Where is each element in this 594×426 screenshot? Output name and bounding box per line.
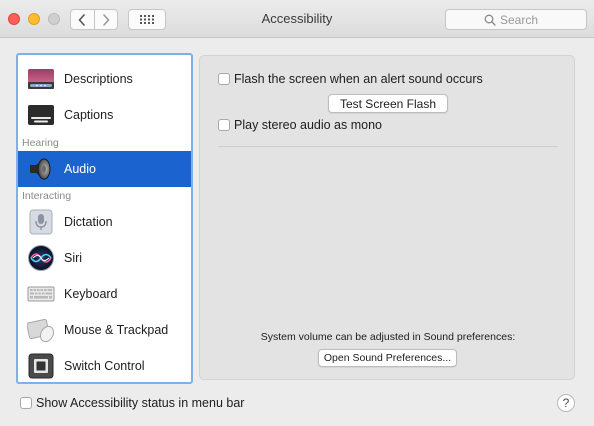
title-bar: Accessibility: [0, 0, 594, 38]
sidebar-item-label: Captions: [64, 108, 114, 122]
descriptions-icon: [27, 65, 55, 93]
sidebar-item-siri[interactable]: Siri: [18, 240, 191, 276]
mono-audio-checkbox[interactable]: [218, 119, 230, 131]
test-screen-flash-button[interactable]: Test Screen Flash: [328, 94, 448, 113]
grid-icon: [140, 15, 154, 24]
back-forward-group: [70, 9, 118, 30]
search-icon: [484, 14, 496, 26]
audio-settings-panel: Flash the screen when an alert sound occ…: [199, 55, 575, 380]
sidebar-item-label: Audio: [64, 162, 96, 176]
mouse-trackpad-icon: [27, 316, 55, 344]
help-button[interactable]: ?: [557, 394, 575, 412]
search-field[interactable]: [445, 9, 587, 30]
flash-screen-label[interactable]: Flash the screen when an alert sound occ…: [234, 72, 483, 86]
sidebar-item-label: Keyboard: [64, 287, 118, 301]
section-header-hearing: Hearing: [22, 137, 59, 149]
sidebar-item-keyboard[interactable]: Keyboard: [18, 276, 191, 312]
siri-icon: [27, 244, 55, 272]
sidebar-item-label: Mouse & Trackpad: [64, 323, 169, 337]
keyboard-icon: [27, 280, 55, 308]
show-all-button[interactable]: [128, 9, 166, 30]
sidebar-item-label: Switch Control: [64, 359, 145, 373]
volume-note: System volume can be adjusted in Sound p…: [260, 331, 516, 343]
show-status-label[interactable]: Show Accessibility status in menu bar: [36, 396, 244, 410]
divider: [218, 146, 558, 147]
chevron-right-icon: [102, 13, 110, 26]
sidebar-item-switch-control[interactable]: Switch Control: [18, 348, 191, 382]
sidebar[interactable]: Descriptions Captions Hearing Audio Inte…: [16, 53, 193, 384]
sidebar-item-label: Descriptions: [64, 72, 133, 86]
chevron-left-icon: [78, 13, 86, 26]
sidebar-item-label: Dictation: [64, 215, 113, 229]
sidebar-item-label: Siri: [64, 251, 83, 265]
sidebar-item-captions[interactable]: Captions: [18, 97, 191, 133]
microphone-icon: [27, 208, 55, 236]
open-sound-preferences-button[interactable]: Open Sound Preferences...: [318, 349, 457, 367]
sidebar-item-mouse-trackpad[interactable]: Mouse & Trackpad: [18, 312, 191, 348]
speaker-icon: [27, 155, 55, 183]
mono-audio-label[interactable]: Play stereo audio as mono: [234, 118, 382, 132]
search-input[interactable]: [500, 12, 580, 28]
switch-control-icon: [27, 352, 55, 380]
captions-icon: [27, 101, 55, 129]
minimize-window-button[interactable]: [28, 13, 40, 25]
zoom-window-button[interactable]: [48, 13, 60, 25]
section-header-interacting: Interacting: [22, 190, 72, 202]
sidebar-item-descriptions[interactable]: Descriptions: [18, 61, 191, 97]
sidebar-item-dictation[interactable]: Dictation: [18, 204, 191, 240]
close-window-button[interactable]: [8, 13, 20, 25]
back-button[interactable]: [71, 10, 94, 29]
sidebar-item-audio[interactable]: Audio: [18, 151, 191, 187]
forward-button[interactable]: [93, 10, 118, 29]
flash-screen-checkbox[interactable]: [218, 73, 230, 85]
show-status-checkbox[interactable]: [20, 397, 32, 409]
